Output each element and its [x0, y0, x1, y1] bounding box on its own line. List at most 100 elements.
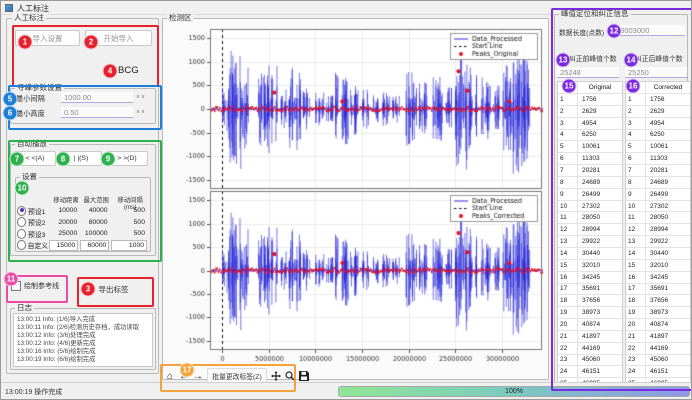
table-row[interactable]: 1634245 [626, 271, 690, 283]
settings-row[interactable]: 预设11000040000500 [17, 205, 149, 217]
preset-value: 25000 [51, 230, 81, 237]
after-count-value[interactable]: 25250 [625, 67, 687, 78]
log-line: 13:00:12 Info: (4/6)更新完成 [17, 340, 149, 348]
data-length-value[interactable]: 33003000 [613, 25, 685, 36]
reference-line-row[interactable]: 绘制参考线 [11, 281, 59, 291]
table-row[interactable]: 1938973 [626, 306, 690, 318]
table-row[interactable]: 611303 [626, 152, 690, 164]
log-line: 13:00:11 Info: (1/6)导入完成 [17, 316, 149, 324]
table-row[interactable]: 2446151 [558, 365, 622, 377]
table-row[interactable]: 22629 [626, 105, 690, 117]
table-row[interactable]: 926499 [558, 188, 622, 200]
table-row[interactable]: 1027302 [558, 200, 622, 212]
before-count-value[interactable]: 25248 [557, 67, 619, 78]
log-output[interactable]: 13:00:11 Info: (1/6)导入完成13:00:11 Info: (… [13, 313, 153, 367]
table-row[interactable]: 1532010 [626, 259, 690, 271]
toolbar-save-icon[interactable] [298, 369, 310, 383]
min-height-spinner[interactable]: ∧∨ [136, 109, 146, 115]
table-row[interactable]: 46250 [558, 129, 622, 141]
table-row[interactable]: 1228994 [558, 223, 622, 235]
autoplay-group-label: 自动播放 [15, 140, 49, 148]
preset-value: 500 [112, 219, 149, 226]
log-line: 13:00:19 Info: (6/6)绘制完成 [17, 356, 149, 364]
table-row[interactable]: 1128050 [558, 211, 622, 223]
table-row[interactable]: 2040874 [558, 318, 622, 330]
toolbar-zoom-icon[interactable] [284, 369, 296, 383]
table-row[interactable]: 510061 [626, 140, 690, 152]
preset-radio[interactable] [17, 217, 26, 227]
table-row[interactable]: 926499 [626, 188, 690, 200]
table-row[interactable]: 720281 [558, 164, 622, 176]
table-row[interactable]: 2446151 [626, 365, 690, 377]
preset-radio[interactable] [17, 240, 26, 250]
table-row[interactable]: 11756 [626, 93, 690, 105]
settings-row[interactable]: 预设325000100000500 [17, 228, 149, 240]
table-row[interactable]: 1735691 [558, 283, 622, 295]
table-row[interactable]: 22629 [558, 105, 622, 117]
table-row[interactable]: 34954 [626, 117, 690, 129]
table-row[interactable]: 1329922 [558, 235, 622, 247]
status-text: 13:00:19 操作完成 [5, 387, 62, 397]
toolbar-home-icon[interactable]: ⌂ [164, 369, 176, 383]
annotation-badge-13: 13 [556, 53, 571, 68]
table-row[interactable]: 1128050 [626, 211, 690, 223]
table-row[interactable]: 824689 [558, 176, 622, 188]
table-row[interactable]: 1329922 [626, 235, 690, 247]
table-row[interactable]: 1837656 [558, 294, 622, 306]
table-row[interactable]: 1532010 [558, 259, 622, 271]
table-row[interactable]: 1430440 [626, 247, 690, 259]
table-row[interactable]: 2345060 [626, 354, 690, 366]
table-row[interactable]: 2141897 [626, 330, 690, 342]
preset-value-input[interactable]: 60000 [80, 240, 109, 251]
table-header: Corrected [646, 82, 690, 93]
preset-value-input[interactable]: 1000 [111, 240, 147, 251]
detection-area-group-label: 检测区 [167, 14, 194, 22]
table-row[interactable]: 720281 [626, 164, 690, 176]
log-line: 13:00:11 Info: (2/6)检测历史存档，成功读取 [17, 324, 149, 332]
min-interval-input[interactable]: 1000.00 [61, 92, 133, 103]
app-icon [5, 4, 13, 12]
chart-canvas[interactable] [164, 23, 546, 369]
table-row[interactable]: 1837656 [626, 294, 690, 306]
peak-params-group-label: 寻峰参数设置 [15, 84, 64, 92]
table-header: Original [578, 82, 622, 93]
table-row[interactable]: 1938973 [558, 306, 622, 318]
min-height-input[interactable]: 0.50 [61, 107, 133, 118]
annotation-badge-8: 8 [56, 152, 71, 167]
annotation-badge-14: 14 [624, 53, 639, 68]
annotation-badge-4: 4 [103, 64, 118, 79]
table-row[interactable]: 46250 [626, 129, 690, 141]
min-interval-spinner[interactable]: ∧∨ [136, 94, 146, 100]
settings-row[interactable]: 自定义15000600001000 [17, 240, 149, 252]
preset-radio[interactable] [17, 206, 26, 216]
original-peaks-table[interactable]: Original11756226293495446250510061611303… [557, 81, 623, 400]
after-count-label: 纠正后峰值个数 [635, 53, 683, 63]
annotation-badge-7: 7 [10, 152, 25, 167]
app-window: 人工标注 人工标注 导入设置 开始导入 BCG 寻峰参数设置 最小间隔 1000… [0, 0, 692, 400]
table-row[interactable]: 2345060 [558, 354, 622, 366]
annotation-badge-11: 11 [4, 272, 19, 287]
table-row[interactable]: 2244169 [558, 342, 622, 354]
table-row[interactable]: 1634245 [558, 271, 622, 283]
table-row[interactable]: 2244169 [626, 342, 690, 354]
annotation-badge-5: 5 [3, 92, 18, 107]
preset-radio[interactable] [17, 229, 26, 239]
table-row[interactable]: 34954 [558, 117, 622, 129]
table-row[interactable]: 1735691 [626, 283, 690, 295]
settings-row[interactable]: 预设22000080000500 [17, 217, 149, 229]
table-row[interactable]: 1430440 [558, 247, 622, 259]
preset-value-input[interactable]: 15000 [49, 240, 78, 251]
table-row[interactable]: 1228994 [626, 223, 690, 235]
table-row[interactable]: 510061 [558, 140, 622, 152]
table-row[interactable]: 2040874 [626, 318, 690, 330]
corrected-peaks-table[interactable]: Corrected1175622629349544625051006161130… [625, 81, 691, 400]
table-row[interactable]: 2141897 [558, 330, 622, 342]
min-height-label: 最小高度 [16, 109, 45, 119]
progress-bar: 100% [338, 386, 690, 397]
table-row[interactable]: 1027302 [626, 200, 690, 212]
toolbar-pan-icon[interactable] [270, 369, 282, 383]
log-line: 13:00:12 Info: (3/6)处理完成 [17, 332, 149, 340]
table-row[interactable]: 11756 [558, 93, 622, 105]
table-row[interactable]: 824689 [626, 176, 690, 188]
table-row[interactable]: 611303 [558, 152, 622, 164]
